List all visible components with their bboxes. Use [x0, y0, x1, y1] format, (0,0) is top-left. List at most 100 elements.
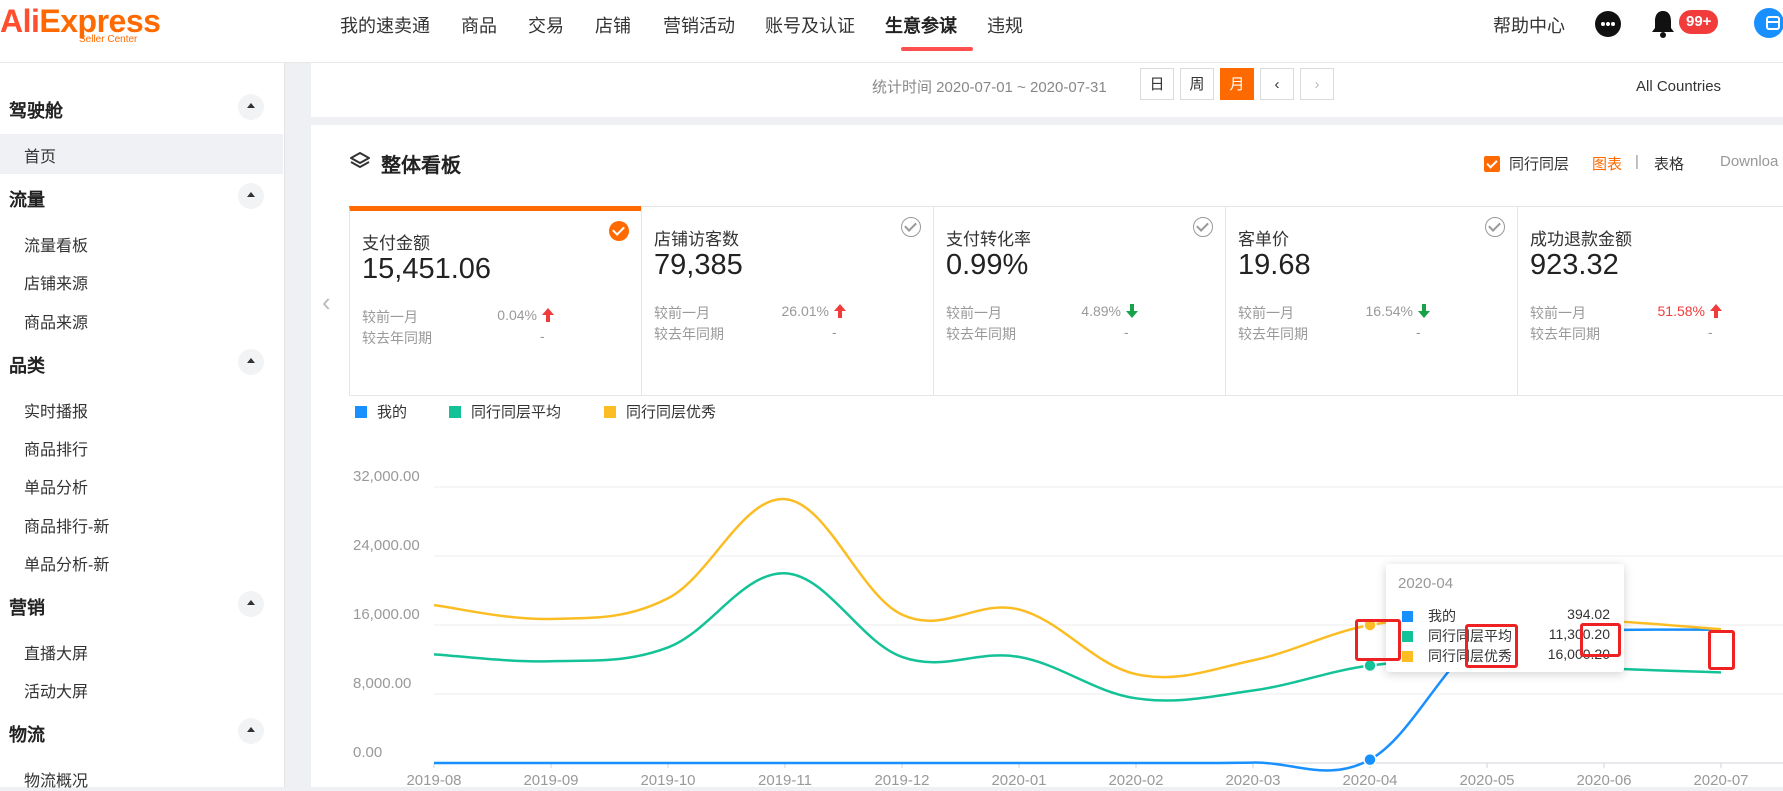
period-filter-bar: 统计时间 2020-07-01 ~ 2020-07-31 日 周 月 ‹ › A… [311, 63, 1783, 117]
sidebar-item-realtime[interactable]: 实时播报 [24, 398, 88, 422]
kpi-mom-label: 较前一月 [1238, 305, 1294, 321]
legend-item-mine[interactable]: 我的 [355, 401, 407, 422]
kpi-mom-label: 较前一月 [1530, 305, 1586, 321]
nav-marketing[interactable]: 营销活动 [663, 12, 735, 38]
hover-point-marker [1363, 752, 1377, 767]
sidebar-item-product-ranking-new[interactable]: 商品排行-新 [24, 513, 109, 537]
sidebar-group-category[interactable]: 品类 [9, 352, 45, 378]
legend-swatch [449, 406, 461, 418]
annotation-box [1580, 623, 1621, 657]
sidebar-item-product-source[interactable]: 商品来源 [24, 309, 88, 333]
chevron-up-icon[interactable] [238, 349, 264, 375]
kpi-mom-value: 16.54% [1365, 303, 1413, 319]
kpi-card-visitors[interactable]: 店铺访客数 79,385 较前一月 26.01% 较去年同期 - [641, 207, 933, 395]
kpi-row: ‹ 支付金额 15,451.06 较前一月 0.04% 较去年同期 - 店铺访客… [322, 206, 1783, 396]
kpi-yoy-value: - [1708, 324, 1713, 340]
country-selector[interactable]: All Countries [1636, 78, 1721, 95]
kpi-name: 客单价 [1238, 230, 1289, 249]
sidebar-item-store-source[interactable]: 店铺来源 [24, 270, 88, 294]
kpi-value: 79,385 [654, 249, 743, 281]
nav-my-aliexpress[interactable]: 我的速卖通 [340, 12, 430, 38]
nav-account[interactable]: 账号及认证 [765, 12, 855, 38]
store-icon[interactable] [1754, 8, 1783, 38]
kpi-card-avg-order[interactable]: 客单价 19.68 较前一月 16.54% 较去年同期 - [1225, 207, 1517, 395]
kpi-mom-value: 51.58% [1657, 303, 1705, 319]
previous-period-button[interactable]: ‹ [1260, 68, 1294, 100]
nav-business-advisor[interactable]: 生意参谋 [885, 12, 957, 38]
help-center-link[interactable]: 帮助中心 [1493, 12, 1565, 38]
logo-text-ali: Ali [0, 3, 40, 39]
sidebar-group-cockpit[interactable]: 驾驶舱 [9, 97, 63, 123]
tooltip-title: 2020-04 [1398, 575, 1454, 592]
legend-item-peer-avg[interactable]: 同行同层平均 [449, 401, 561, 422]
y-tick-label: 0.00 [353, 744, 382, 761]
check-circle-icon[interactable] [609, 221, 629, 241]
view-table-tab[interactable]: 表格 [1654, 153, 1684, 174]
kpi-card-conversion[interactable]: 支付转化率 0.99% 较前一月 4.89% 较去年同期 - [933, 207, 1225, 395]
sidebar-group-marketing[interactable]: 营销 [9, 594, 45, 620]
arrow-up-icon [1710, 304, 1722, 318]
chevron-up-icon[interactable] [238, 718, 264, 744]
x-tick-label: 2019-09 [523, 772, 578, 787]
period-day-button[interactable]: 日 [1140, 68, 1174, 100]
check-circle-icon[interactable] [1485, 217, 1505, 237]
bell-icon[interactable] [1650, 9, 1676, 44]
arrow-down-icon [1126, 304, 1138, 318]
kpi-card-refund[interactable]: 成功退款金额 923.32 较前一月 51.58% 较去年同期 - [1517, 207, 1783, 395]
next-period-button[interactable]: › [1300, 68, 1334, 100]
kpi-mom-label: 较前一月 [654, 305, 710, 321]
nav-violations[interactable]: 违规 [987, 12, 1023, 38]
kpi-mom-value: 4.89% [1081, 303, 1121, 319]
period-month-button[interactable]: 月 [1220, 68, 1254, 100]
download-button[interactable]: Downloa [1720, 153, 1778, 170]
chevron-up-icon[interactable] [238, 591, 264, 617]
kpi-name: 成功退款金额 [1530, 230, 1632, 249]
x-tick-label: 2019-10 [640, 772, 695, 787]
kpi-card-payment[interactable]: 支付金额 15,451.06 较前一月 0.04% 较去年同期 - [349, 206, 641, 395]
check-circle-icon[interactable] [1193, 217, 1213, 237]
sidebar-item-product-ranking[interactable]: 商品排行 [24, 436, 88, 460]
legend-swatch [604, 406, 616, 418]
chevron-up-icon[interactable] [238, 94, 264, 120]
sidebar-group-logistics[interactable]: 物流 [9, 721, 45, 747]
sidebar-item-live-screen[interactable]: 直播大屏 [24, 640, 88, 664]
view-chart-tab[interactable]: 图表 [1592, 153, 1622, 174]
nav-trade[interactable]: 交易 [528, 12, 564, 38]
view-separator: | [1635, 153, 1639, 170]
kpi-yoy-value: - [1124, 324, 1129, 340]
sidebar-item-single-analysis-new[interactable]: 单品分析-新 [24, 551, 109, 575]
nav-products[interactable]: 商品 [461, 12, 497, 38]
peer-compare-checkbox[interactable] [1484, 156, 1500, 172]
x-tick-label: 2020-01 [991, 772, 1046, 787]
legend-item-peer-top[interactable]: 同行同层优秀 [604, 401, 716, 422]
sidebar-item-home[interactable]: 首页 [24, 143, 56, 167]
annotation-box [1708, 630, 1735, 670]
aliexpress-logo[interactable]: AliExpress Seller Center [0, 3, 161, 45]
kpi-mom-value: 26.01% [781, 303, 829, 319]
sidebar-item-traffic-board[interactable]: 流量看板 [24, 232, 88, 256]
peer-compare-label[interactable]: 同行同层 [1509, 153, 1569, 174]
x-tick-label: 2020-02 [1108, 772, 1163, 787]
kpi-prev-arrow-icon[interactable]: ‹ [322, 287, 331, 318]
period-week-button[interactable]: 周 [1180, 68, 1214, 100]
legend-label: 我的 [377, 404, 408, 421]
chevron-up-icon[interactable] [238, 183, 264, 209]
kpi-yoy-label: 较去年同期 [362, 330, 432, 346]
kpi-mom-label: 较前一月 [362, 309, 418, 325]
arrow-up-icon [834, 304, 846, 318]
x-tick-label: 2020-04 [1342, 772, 1397, 787]
check-circle-icon[interactable] [901, 217, 921, 237]
logo-subtitle: Seller Center [79, 34, 138, 45]
sidebar-item-activity-screen[interactable]: 活动大屏 [24, 678, 88, 702]
arrow-up-icon [542, 308, 554, 322]
kpi-yoy-label: 较去年同期 [946, 326, 1016, 342]
nav-store[interactable]: 店铺 [595, 12, 631, 38]
hover-point-marker [1363, 658, 1377, 673]
x-tick-label: 2019-08 [406, 772, 461, 787]
kpi-value: 923.32 [1530, 249, 1619, 281]
chat-icon[interactable] [1595, 11, 1621, 37]
sidebar-item-logistics-overview[interactable]: 物流概况 [24, 767, 88, 791]
sidebar-item-single-analysis[interactable]: 单品分析 [24, 474, 88, 498]
sidebar-group-traffic[interactable]: 流量 [9, 186, 45, 212]
x-tick-label: 2019-11 [758, 772, 812, 787]
